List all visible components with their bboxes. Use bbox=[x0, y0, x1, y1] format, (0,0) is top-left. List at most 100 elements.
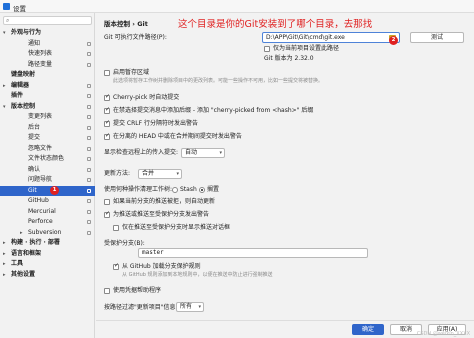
cherry-pick-label: Cherry-pick 时自动提交 bbox=[113, 94, 180, 101]
warn-protected-checkbox[interactable] bbox=[104, 210, 110, 218]
only-project-label: 仅为当前项目设置此路径 bbox=[273, 45, 340, 52]
project-settings-icon bbox=[87, 188, 91, 193]
crlf-warning-label: 提交 CRLF 行分隔符时发出警告 bbox=[113, 120, 198, 127]
warn-protected-label: 为推送或推送至受保护分支发出警告 bbox=[113, 211, 210, 218]
detached-head-checkbox[interactable] bbox=[104, 132, 110, 140]
update-method-label: 更新方法: bbox=[104, 170, 131, 177]
sidebar-item-13[interactable]: 确认 bbox=[0, 165, 95, 175]
auto-update-checkbox[interactable] bbox=[104, 199, 110, 205]
sidebar-item-2[interactable]: 快速列表 bbox=[0, 49, 95, 59]
sidebar-item-7[interactable]: ▾ 版本控制 bbox=[0, 102, 95, 112]
chevron-right-icon[interactable]: ▸ bbox=[3, 238, 6, 248]
allow-force-checkbox[interactable] bbox=[113, 225, 119, 231]
sidebar-item-8[interactable]: 变更列表 bbox=[0, 112, 95, 122]
sidebar-item-0[interactable]: ▾ 外观与行为 bbox=[0, 28, 95, 38]
cherry-pick-checkbox[interactable] bbox=[104, 93, 110, 101]
sidebar-item-label: 通知 bbox=[28, 39, 41, 47]
chevron-right-icon[interactable]: ▸ bbox=[3, 81, 6, 91]
sidebar-item-17[interactable]: Mercurial bbox=[0, 207, 95, 217]
ok-button[interactable]: 确定 bbox=[352, 324, 384, 335]
sidebar-item-15[interactable]: Git 1 bbox=[0, 185, 95, 196]
credential-helper-checkbox[interactable] bbox=[104, 288, 110, 294]
sidebar-item-label: 外观与行为 bbox=[11, 29, 42, 36]
sidebar-item-label: Git bbox=[28, 186, 37, 194]
sidebar-item-21[interactable]: ▸ 语言和框架 bbox=[0, 249, 95, 259]
update-method-select[interactable]: 合并 ▾ bbox=[138, 169, 182, 179]
chevron-down-icon: ▾ bbox=[198, 304, 201, 310]
annotation-text: 这个目录是你的Git安装到了哪个目录，去那找 bbox=[178, 19, 373, 30]
git-path-value: D:\APP\Git\Git\cmd\git.exe bbox=[266, 34, 345, 41]
sidebar-item-label: Perforce bbox=[28, 218, 53, 225]
sidebar-item-label: 键盘映射 bbox=[11, 71, 36, 78]
sidebar-item-9[interactable]: 后台 bbox=[0, 123, 95, 133]
chevron-down-icon[interactable]: ▾ bbox=[3, 28, 6, 38]
allow-force-label: 仅在推送至受保护分支时显示推送对话框 bbox=[122, 224, 231, 231]
shelve-radio[interactable] bbox=[199, 187, 205, 193]
protected-branches-label: 受保护分支(B): bbox=[104, 240, 145, 247]
project-settings-icon bbox=[87, 62, 91, 67]
settings-search-input[interactable]: ⌕ bbox=[3, 16, 92, 25]
staging-area-checkbox[interactable] bbox=[104, 70, 110, 76]
sidebar-item-1[interactable]: 通知 bbox=[0, 39, 95, 49]
app-logo-icon bbox=[3, 3, 10, 10]
sidebar-item-label: 插件 bbox=[11, 92, 24, 99]
project-settings-icon bbox=[87, 52, 91, 56]
sidebar-item-label: GitHub bbox=[28, 197, 49, 204]
filter-update-select[interactable]: 所有 ▾ bbox=[176, 302, 204, 312]
sidebar-item-label: 构建 · 执行 · 部署 bbox=[11, 239, 60, 246]
sidebar-item-label: 编辑器 bbox=[11, 81, 30, 89]
sidebar-item-6[interactable]: 插件 bbox=[0, 91, 95, 101]
project-settings-icon bbox=[87, 94, 91, 98]
sidebar-item-23[interactable]: ▸ 其他设置 bbox=[0, 270, 95, 280]
sidebar-item-20[interactable]: ▸ 构建 · 执行 · 部署 bbox=[0, 238, 95, 248]
git-path-label: Git 可执行文件路径(P): bbox=[104, 34, 167, 41]
github-sync-label: 从 GitHub 加载分支保护规则 bbox=[122, 263, 201, 270]
detached-head-label: 在分离的 HEAD 中或在合并期间提交时发出警告 bbox=[113, 133, 242, 140]
sidebar-item-22[interactable]: ▸ 工具 bbox=[0, 259, 95, 269]
annotation-badge-1: 1 bbox=[50, 185, 59, 195]
git-path-input[interactable]: D:\APP\Git\Git\cmd\git.exe bbox=[262, 32, 400, 43]
project-settings-icon bbox=[87, 125, 91, 130]
settings-panel: 版本控制 › Git 这个目录是你的Git安装到了哪个目录，去那找 Git 可执… bbox=[96, 13, 474, 338]
sidebar-item-label: 后台 bbox=[28, 123, 41, 131]
stash-radio[interactable] bbox=[172, 187, 178, 193]
sidebar-item-label: 语言和框架 bbox=[11, 249, 42, 257]
window-titlebar: 设置 bbox=[0, 0, 474, 13]
test-button[interactable]: 测试 bbox=[410, 32, 464, 43]
cherry-pick-message-checkbox[interactable] bbox=[104, 106, 110, 114]
sidebar-item-3[interactable]: 路径变量 bbox=[0, 60, 95, 70]
sidebar-item-label: 其他设置 bbox=[11, 270, 36, 278]
chevron-down-icon[interactable]: ▾ bbox=[3, 102, 6, 112]
sidebar-item-18[interactable]: Perforce bbox=[0, 217, 95, 227]
credential-helper-label: 使用凭据帮助程序 bbox=[113, 287, 162, 294]
sidebar-item-16[interactable]: GitHub bbox=[0, 196, 95, 206]
search-icon: ⌕ bbox=[6, 17, 10, 24]
sidebar-item-19[interactable]: ▸ Subversion bbox=[0, 228, 95, 238]
chevron-right-icon[interactable]: ▸ bbox=[3, 259, 6, 269]
sidebar-item-12[interactable]: 文件状态颜色 bbox=[0, 154, 95, 164]
update-method-value: 合并 bbox=[142, 170, 155, 177]
chevron-right-icon[interactable]: ▸ bbox=[3, 249, 6, 259]
sidebar-item-label: 问题导航 bbox=[28, 176, 53, 183]
project-settings-icon bbox=[87, 199, 91, 203]
sidebar-item-label: 快速列表 bbox=[28, 50, 53, 57]
settings-sidebar: ⌕ ▾ 外观与行为通知快速列表路径变量 键盘映射 ▸ 编辑器插件 ▾ 版本控制 变更列表 后台提… bbox=[0, 13, 95, 338]
github-sync-checkbox[interactable] bbox=[113, 262, 119, 270]
sidebar-item-11[interactable]: 忽略文件 bbox=[0, 144, 95, 154]
filter-update-label: 按路径过滤"更新项目"信息: bbox=[104, 304, 178, 311]
git-version-text: Git 版本为 2.32.0 bbox=[264, 55, 314, 62]
chevron-right-icon[interactable]: ▸ bbox=[20, 228, 23, 238]
stash-label: Stash bbox=[180, 186, 197, 193]
sidebar-item-10[interactable]: 提交 bbox=[0, 133, 95, 143]
sidebar-item-4[interactable]: 键盘映射 bbox=[0, 70, 95, 80]
sidebar-item-5[interactable]: ▸ 编辑器 bbox=[0, 81, 95, 91]
chevron-right-icon[interactable]: ▸ bbox=[3, 270, 6, 280]
protected-branches-input[interactable]: master bbox=[138, 248, 368, 258]
sidebar-item-label: Mercurial bbox=[28, 207, 56, 215]
incoming-commits-select[interactable]: 自动 ▾ bbox=[181, 148, 225, 158]
project-settings-icon bbox=[87, 220, 91, 224]
sidebar-item-14[interactable]: 问题导航 bbox=[0, 175, 95, 185]
dialog-footer: 确定 取消 应用(A) CSDN @weixin_XXXX bbox=[96, 320, 474, 338]
only-project-checkbox[interactable] bbox=[264, 46, 270, 52]
crlf-warning-checkbox[interactable] bbox=[104, 119, 110, 127]
